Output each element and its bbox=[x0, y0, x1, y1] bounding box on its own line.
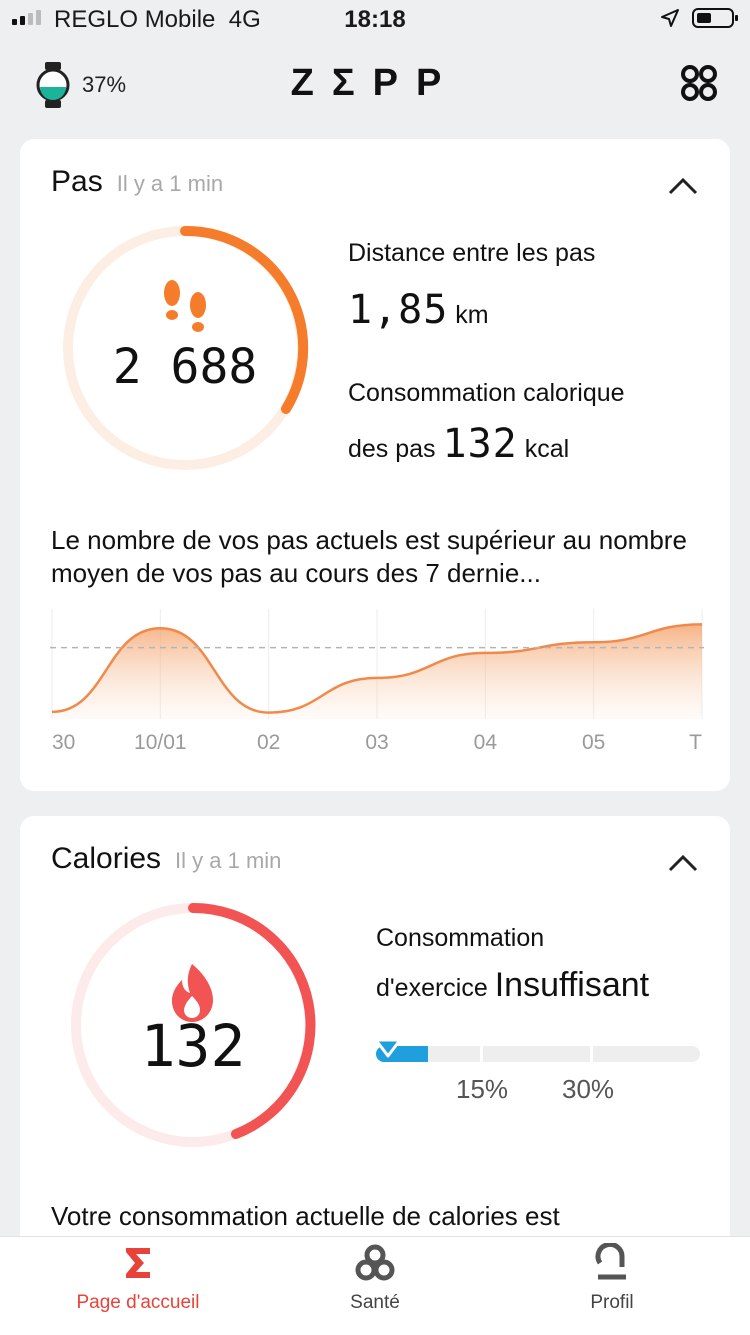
calories-count: 132 bbox=[140, 1012, 246, 1080]
calories-description: Votre consommation actuelle de calories … bbox=[51, 1201, 560, 1231]
sigma-icon bbox=[126, 1248, 150, 1278]
progress-mark-2: 30% bbox=[562, 1074, 615, 1104]
chart-x-label: 02 bbox=[256, 731, 281, 754]
status-bar: REGLO Mobile 4G 18:18 bbox=[0, 0, 750, 40]
profile-icon bbox=[595, 1241, 626, 1280]
battery-icon bbox=[692, 8, 738, 28]
steps-title: Pas Il y a 1 min bbox=[51, 165, 224, 198]
exercise-progress bbox=[374, 1038, 700, 1062]
steps-card[interactable]: Pas Il y a 1 min 2 688 Distance entre les… bbox=[20, 139, 730, 791]
footprints-icon bbox=[164, 280, 206, 332]
steps-updated: Il y a 1 min bbox=[116, 171, 224, 196]
chevron-up-icon[interactable] bbox=[668, 177, 698, 195]
chart-x-label: T bbox=[689, 731, 702, 754]
tab-health[interactable]: Santé bbox=[275, 1243, 475, 1314]
location-arrow-icon bbox=[661, 9, 679, 27]
tab-profile[interactable]: Profil bbox=[512, 1241, 712, 1314]
calorie-label: Consommation calorique bbox=[348, 379, 625, 407]
apps-menu-icon[interactable] bbox=[680, 64, 718, 102]
calorie-value: des pas 132 kcal bbox=[348, 421, 570, 467]
chart-x-label: 03 bbox=[365, 731, 389, 754]
tab-profile-label: Profil bbox=[590, 1292, 634, 1313]
tab-health-label: Santé bbox=[350, 1292, 400, 1313]
progress-mark-1: 15% bbox=[456, 1074, 509, 1104]
level-value: Insuffisant bbox=[494, 966, 650, 1004]
health-icon bbox=[355, 1244, 395, 1281]
distance-value: 1,85 km bbox=[348, 287, 489, 333]
distance-label: Distance entre les pas bbox=[348, 239, 596, 267]
zepp-logo: ZΣPP bbox=[290, 62, 460, 104]
exercise-label: Consommation bbox=[376, 924, 545, 952]
steps-chart[interactable] bbox=[50, 609, 704, 725]
tab-bar: Page d'accueil Santé Profil bbox=[0, 1236, 750, 1335]
progress-marker-icon bbox=[374, 1038, 402, 1058]
calories-updated: Il y a 1 min bbox=[175, 848, 282, 873]
exercise-level: d'exercice Insuffisant bbox=[376, 966, 650, 1004]
steps-count: 2 688 bbox=[112, 339, 258, 395]
chart-x-label: 10/01 bbox=[134, 731, 187, 754]
calories-card[interactable]: Calories Il y a 1 min 132 Consommation d'… bbox=[20, 816, 730, 1256]
steps-description: Le nombre de vos pas actuels est supérie… bbox=[51, 525, 687, 588]
chart-x-label: 04 bbox=[473, 731, 497, 754]
status-time: 18:18 bbox=[344, 6, 406, 33]
tab-home[interactable]: Page d'accueil bbox=[38, 1243, 238, 1314]
tab-home-label: Page d'accueil bbox=[76, 1292, 200, 1313]
chevron-up-icon[interactable] bbox=[668, 854, 698, 872]
app-header: 37% ZΣPP bbox=[0, 40, 750, 130]
calories-title: Calories Il y a 1 min bbox=[51, 842, 282, 875]
